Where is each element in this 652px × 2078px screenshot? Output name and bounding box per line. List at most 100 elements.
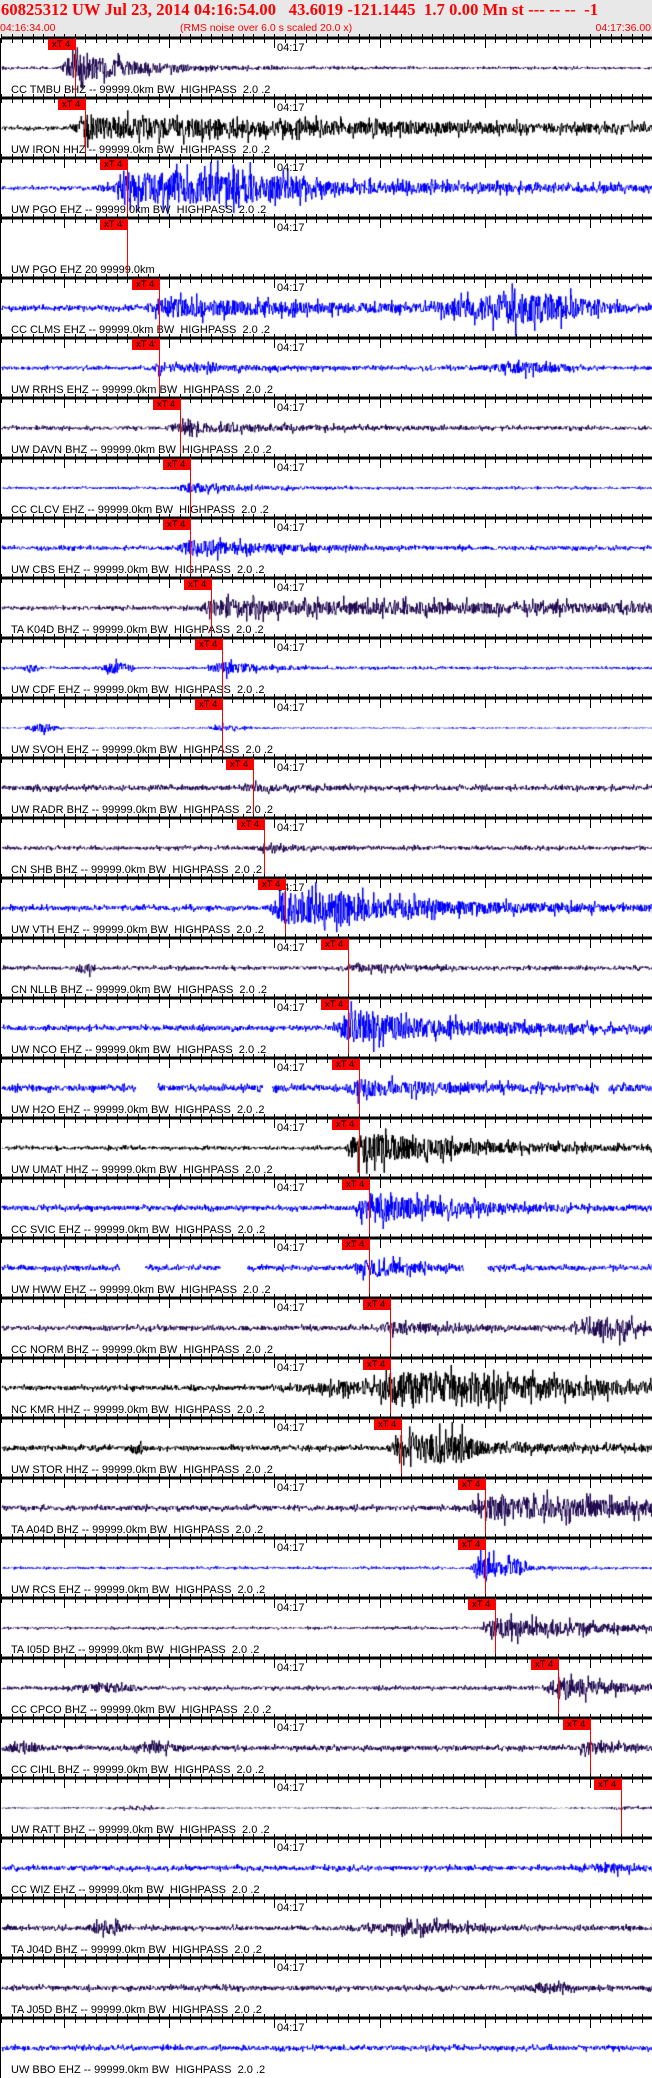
station-label: TA K04D BHZ -- 99999.0km BW HIGHPASS 2.0…: [11, 624, 264, 636]
pick-marker-line[interactable]: [401, 1418, 402, 1478]
pick-marker-label[interactable]: xT 4: [321, 999, 348, 1010]
pick-marker-line[interactable]: [621, 1778, 622, 1838]
pick-marker-line[interactable]: [390, 1298, 391, 1358]
trace-row: 04:17 UW HWW EHZ -- 99999.0km BW HIGHPASS…: [1, 1234, 652, 1298]
pick-marker-line[interactable]: [159, 278, 160, 338]
pick-marker-label[interactable]: xT 4: [332, 1119, 359, 1130]
pick-marker-line[interactable]: [390, 1358, 391, 1418]
end-time: 04:17:36.00: [595, 22, 651, 34]
pick-marker-line[interactable]: [211, 578, 212, 638]
trace-row: 04:17 TA A04D BHZ -- 99999.0km BW HIGHPAS…: [1, 1474, 652, 1538]
station-label: UW UMAT HHZ -- 99999.0km BW HIGHPASS 2.0…: [11, 1164, 273, 1176]
station-label: CC CLMS EHZ -- 99999.0km BW HIGHPASS 2.0…: [11, 324, 270, 336]
time-tick-label: 04:17: [277, 1722, 305, 1734]
time-tick-label: 04:17: [277, 462, 305, 474]
station-label: UW CBS EHZ -- 99999.0km BW HIGHPASS 2.0 …: [11, 564, 265, 576]
pick-marker-line[interactable]: [180, 398, 181, 458]
trace-row: 04:17 CC CPCO BHZ -- 99999.0km BW HIGHPAS…: [1, 1654, 652, 1718]
pick-marker-label[interactable]: xT 4: [237, 819, 264, 830]
time-tick-label: 04:17: [277, 942, 305, 954]
pick-marker-line[interactable]: [369, 1178, 370, 1238]
pick-marker-label[interactable]: xT 4: [132, 279, 159, 290]
pick-marker-line[interactable]: [359, 1058, 360, 1118]
pick-marker-line[interactable]: [485, 1538, 486, 1598]
pick-marker-label[interactable]: xT 4: [458, 1539, 485, 1550]
pick-marker-label[interactable]: xT 4: [48, 39, 75, 50]
pick-marker-label[interactable]: xT 4: [531, 1659, 558, 1670]
time-tick-label: 04:17: [277, 1662, 305, 1674]
pick-marker-line[interactable]: [85, 98, 86, 158]
pick-marker-label[interactable]: xT 4: [195, 699, 222, 710]
pick-marker-label[interactable]: xT 4: [342, 1239, 369, 1250]
pick-marker-label[interactable]: xT 4: [132, 339, 159, 350]
time-tick-label: 04:17: [277, 1122, 305, 1134]
pick-marker-line[interactable]: [75, 38, 76, 98]
pick-marker-line[interactable]: [253, 758, 254, 818]
pick-marker-line[interactable]: [359, 1118, 360, 1178]
time-tick-label: 04:17: [277, 42, 305, 54]
trace-row: 04:17 CC CIHL BHZ -- 99999.0km BW HIGHPAS…: [1, 1714, 652, 1778]
trace-row: 04:17 UW RADR BHZ -- 99999.0km BW HIGHPAS…: [1, 754, 652, 818]
trace-row: 04:17 UW SVOH EHZ -- 99999.0km BW HIGHPAS…: [1, 694, 652, 758]
pick-marker-label[interactable]: xT 4: [195, 639, 222, 650]
time-tick-label: 04:17: [277, 2022, 305, 2034]
pick-marker-label[interactable]: xT 4: [332, 1059, 359, 1070]
pick-marker-line[interactable]: [159, 338, 160, 398]
pick-marker-label[interactable]: xT 4: [342, 1179, 369, 1190]
time-tick-label: 04:17: [277, 1182, 305, 1194]
pick-marker-label[interactable]: xT 4: [184, 579, 211, 590]
pick-marker-label[interactable]: xT 4: [153, 399, 180, 410]
time-tick-label: 04:17: [277, 282, 305, 294]
pick-marker-line[interactable]: [348, 938, 349, 998]
pick-marker-label[interactable]: xT 4: [100, 159, 127, 170]
trace-row: 04:17 TA J04D BHZ -- 99999.0km BW HIGHPAS…: [1, 1894, 652, 1958]
time-tick-label: 04:17: [277, 1242, 305, 1254]
time-tick-label: 04:17: [277, 222, 305, 234]
pick-marker-line[interactable]: [369, 1238, 370, 1298]
station-label: UW VTH EHZ -- 99999.0km BW HIGHPASS 2.0 …: [11, 924, 264, 936]
pick-marker-label[interactable]: xT 4: [321, 939, 348, 950]
pick-marker-line[interactable]: [558, 1658, 559, 1718]
trace-row: 04:17 CN SHB BHZ -- 99999.0km BW HIGHPASS…: [1, 814, 652, 878]
trace-row: 04:17 UW H2O EHZ -- 99999.0km BW HIGHPASS…: [1, 1054, 652, 1118]
trace-row: 04:17 CC NORM BHZ -- 99999.0km BW HIGHPAS…: [1, 1294, 652, 1358]
pick-marker-label[interactable]: xT 4: [363, 1299, 390, 1310]
pick-marker-line[interactable]: [190, 458, 191, 518]
pick-marker-label[interactable]: xT 4: [163, 459, 190, 470]
pick-marker-label[interactable]: xT 4: [58, 99, 85, 110]
pick-marker-label[interactable]: xT 4: [594, 1779, 621, 1790]
trace-row: 04:17 UW NCO EHZ -- 99999.0km BW HIGHPASS…: [1, 994, 652, 1058]
pick-marker-line[interactable]: [348, 998, 349, 1058]
time-tick-label: 04:17: [277, 1362, 305, 1374]
pick-marker-label[interactable]: xT 4: [258, 879, 285, 890]
pick-marker-line[interactable]: [127, 158, 128, 218]
pick-marker-line[interactable]: [285, 878, 286, 938]
pick-marker-label[interactable]: xT 4: [563, 1719, 590, 1730]
pick-marker-label[interactable]: xT 4: [374, 1419, 401, 1430]
pick-marker-line[interactable]: [590, 1718, 591, 1778]
pick-marker-label[interactable]: xT 4: [458, 1479, 485, 1490]
trace-row: 04:17 TA K04D BHZ -- 99999.0km BW HIGHPAS…: [1, 574, 652, 638]
station-label: UW IRON HHZ -- 99999.0km BW HIGHPASS 2.0…: [11, 144, 270, 156]
pick-marker-line[interactable]: [495, 1598, 496, 1658]
pick-marker-label[interactable]: xT 4: [363, 1359, 390, 1370]
pick-marker-label[interactable]: xT 4: [100, 219, 127, 230]
trace-row: 04:17 UW RATT BHZ -- 99999.0km BW HIGHPAS…: [1, 1774, 652, 1838]
time-tick-label: 04:17: [277, 1062, 305, 1074]
station-label: CC CLCV EHZ -- 99999.0km BW HIGHPASS 2.0…: [11, 504, 269, 516]
pick-marker-line[interactable]: [222, 698, 223, 758]
header-bar: 60825312 UW Jul 23, 2014 04:16:54.00 43.…: [0, 0, 652, 38]
pick-marker-line[interactable]: [222, 638, 223, 698]
pick-marker-label[interactable]: xT 4: [468, 1599, 495, 1610]
pick-marker-line[interactable]: [127, 218, 128, 278]
pick-marker-line[interactable]: [264, 818, 265, 878]
pick-marker-line[interactable]: [190, 518, 191, 578]
trace-row: 04:17 UW RRHS EHZ -- 99999.0km BW HIGHPAS…: [1, 334, 652, 398]
pick-marker-label[interactable]: xT 4: [163, 519, 190, 530]
station-label: UW HWW EHZ -- 99999.0km BW HIGHPASS 2.0 …: [11, 1284, 271, 1296]
station-label: UW PGO EHZ 20 99999.0km: [11, 264, 155, 276]
pick-marker-line[interactable]: [485, 1478, 486, 1538]
station-label: UW H2O EHZ -- 99999.0km BW HIGHPASS 2.0 …: [11, 1104, 265, 1116]
pick-marker-label[interactable]: xT 4: [226, 759, 253, 770]
trace-row: 04:17 CC CLMS EHZ -- 99999.0km BW HIGHPAS…: [1, 274, 652, 338]
